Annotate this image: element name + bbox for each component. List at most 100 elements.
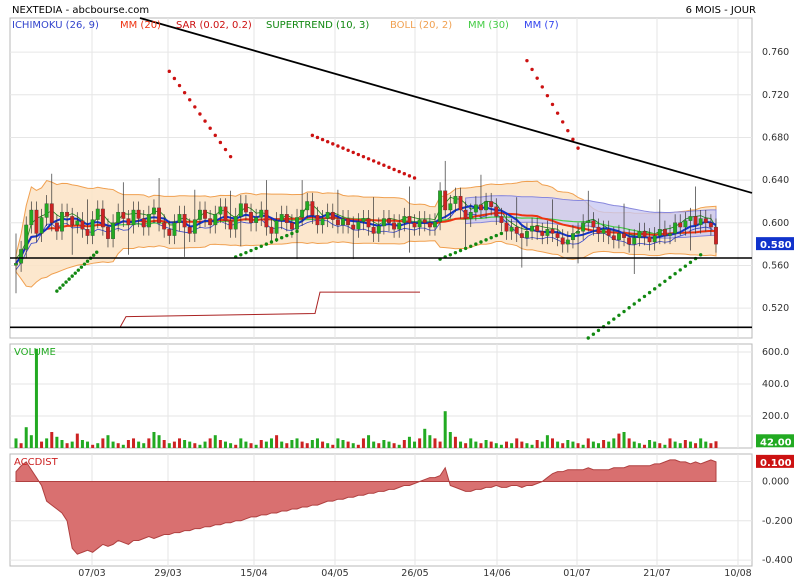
y-tick-label: -0.400 xyxy=(762,555,793,566)
volume-bar xyxy=(489,441,493,448)
candle-body xyxy=(192,219,197,234)
candle-body xyxy=(14,263,18,266)
x-tick-label: 26/05 xyxy=(401,568,428,579)
volume-bar xyxy=(617,433,621,448)
volume-bar xyxy=(157,435,161,448)
volume-bar xyxy=(101,438,105,448)
sar-dot xyxy=(254,246,258,251)
volume-bar xyxy=(596,443,600,448)
sar-dot xyxy=(167,69,171,74)
candle-body xyxy=(305,201,310,211)
candle-body xyxy=(284,214,289,223)
candle-body xyxy=(397,222,402,230)
candle-body xyxy=(264,209,269,228)
candle-body xyxy=(571,233,575,241)
candle-body xyxy=(141,218,146,228)
panel-price xyxy=(9,17,753,339)
candle-body xyxy=(463,209,468,219)
volume-bar xyxy=(438,441,442,448)
candle-body xyxy=(177,214,182,223)
sar-dot xyxy=(182,90,187,95)
candle-body xyxy=(371,226,376,234)
volume-bar xyxy=(392,443,396,448)
volume-bar xyxy=(704,441,708,448)
candle-body xyxy=(95,208,100,220)
candle-body xyxy=(596,226,601,234)
sar-dot xyxy=(55,289,59,293)
volume-bar xyxy=(663,444,667,448)
volume-bar xyxy=(223,441,227,448)
candle-body xyxy=(448,203,453,211)
candle-body xyxy=(152,207,156,215)
volume-bar xyxy=(29,435,33,448)
candle-body xyxy=(320,218,325,226)
sar-dot xyxy=(82,262,87,266)
candle-body xyxy=(555,233,560,238)
sar-dot xyxy=(627,306,631,310)
y-tick-label: 0.560 xyxy=(762,260,789,271)
volume-bar xyxy=(167,443,171,448)
candle-body xyxy=(688,216,693,221)
sar-dot xyxy=(561,120,565,124)
volume-bar xyxy=(520,441,524,448)
sar-dot xyxy=(58,286,62,290)
sar-dot xyxy=(218,140,223,145)
x-tick-label: 29/03 xyxy=(154,568,181,579)
sar-dot xyxy=(208,126,212,130)
sar-dot xyxy=(402,172,407,176)
volume-bar xyxy=(499,444,503,448)
volume-bar xyxy=(510,443,514,448)
sar-dot xyxy=(617,313,621,318)
sar-dot xyxy=(366,157,371,161)
x-tick-label: 15/04 xyxy=(240,568,267,579)
candle-body xyxy=(70,216,75,226)
candle-body xyxy=(540,231,545,236)
volume-bar xyxy=(19,443,23,448)
sar-dot xyxy=(228,154,233,159)
candle-body xyxy=(489,201,494,207)
sar-dot xyxy=(67,277,71,281)
candle-body xyxy=(182,214,187,228)
volume-bar xyxy=(249,443,253,448)
candle-body xyxy=(698,218,703,226)
candle-body xyxy=(198,209,202,220)
volume-bar xyxy=(515,438,519,448)
sar-dot xyxy=(668,275,672,280)
candle-body xyxy=(54,222,59,232)
volume-bar xyxy=(70,441,74,448)
candle-body xyxy=(473,204,478,213)
volume-bar xyxy=(688,441,692,448)
volume-bar xyxy=(443,411,447,448)
candle-body xyxy=(24,224,29,250)
sar-dot xyxy=(193,105,197,109)
candle-body xyxy=(376,225,381,234)
candle-body xyxy=(269,226,274,234)
candle-body xyxy=(330,211,335,220)
volume-bar xyxy=(530,444,534,448)
sar-dot xyxy=(469,244,473,248)
sar-dot xyxy=(540,85,544,89)
sar-dot xyxy=(596,328,601,333)
candle-body xyxy=(708,222,713,228)
volume-bar xyxy=(280,441,284,448)
sar-dot xyxy=(622,309,626,314)
volume-bar xyxy=(356,444,360,448)
sar-dot xyxy=(95,250,99,254)
candle-body xyxy=(310,201,315,216)
volume-bar xyxy=(637,443,641,448)
candle-body xyxy=(535,225,540,232)
candle-body xyxy=(560,237,565,245)
volume-bar xyxy=(423,428,427,448)
volume-bar xyxy=(111,441,115,448)
candle-body xyxy=(550,229,555,234)
volume-bar xyxy=(65,443,69,448)
candle-body xyxy=(509,226,514,232)
volume-bar xyxy=(75,433,79,448)
volume-bar xyxy=(448,432,452,448)
sar-dot xyxy=(453,250,458,255)
candle-body xyxy=(274,220,279,234)
sar-dot xyxy=(361,154,366,159)
candle-body xyxy=(514,226,519,234)
volume-bar xyxy=(315,438,319,448)
volume-bar xyxy=(586,438,590,448)
